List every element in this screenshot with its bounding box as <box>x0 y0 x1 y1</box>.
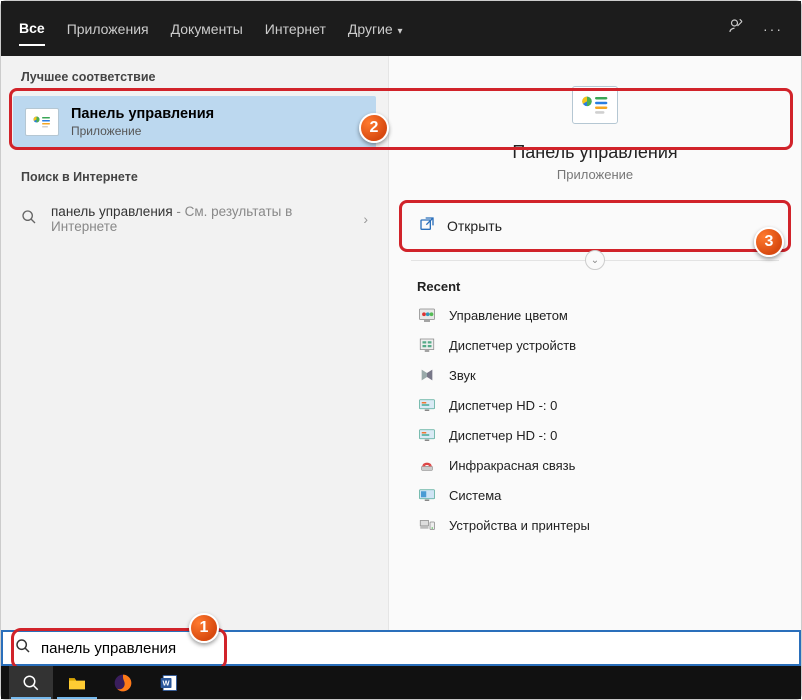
open-icon <box>419 216 435 236</box>
taskbar-firefox-button[interactable] <box>101 666 145 699</box>
tab-apps[interactable]: Приложения <box>67 13 149 45</box>
recent-item-icon <box>417 396 437 414</box>
expand-divider: ⌄ <box>411 260 779 261</box>
preview-subtitle: Приложение <box>409 167 781 182</box>
chevron-down-icon: ▾ <box>395 26 403 37</box>
recent-item[interactable]: Система <box>405 480 785 510</box>
recent-item-label: Диспетчер HD -: 0 <box>449 428 557 443</box>
open-label: Открыть <box>447 218 502 234</box>
recent-item-icon <box>417 486 437 504</box>
recent-item-icon <box>417 366 437 384</box>
preview-column: Панель управления Приложение Открыть ⌄ R… <box>389 56 801 630</box>
svg-text:W: W <box>163 678 171 687</box>
web-search-text: панель управления - См. результаты в Инт… <box>51 204 351 234</box>
taskbar: W <box>1 666 801 699</box>
recent-list: Управление цветом Диспетчер устройств Звук… <box>389 300 801 540</box>
search-tabs: Все Приложения Документы Интернет Другие… <box>19 12 403 46</box>
recent-item-label: Звук <box>449 368 476 383</box>
preview-title: Панель управления <box>409 142 781 163</box>
section-best-match: Лучшее соответствие <box>1 56 388 92</box>
tab-more[interactable]: Другие ▾ <box>348 13 403 45</box>
taskbar-word-button[interactable]: W <box>147 666 191 699</box>
recent-item[interactable]: Инфракрасная связь <box>405 450 785 480</box>
recent-item-icon <box>417 306 437 324</box>
recent-item-label: Инфракрасная связь <box>449 458 575 473</box>
control-panel-icon <box>25 108 59 136</box>
section-web-search: Поиск в Интернете <box>1 156 388 192</box>
section-recent: Recent <box>389 265 801 300</box>
annotation-badge-2: 2 <box>359 113 389 143</box>
recent-item-label: Диспетчер устройств <box>449 338 576 353</box>
more-options-icon[interactable]: ··· <box>763 21 783 37</box>
search-icon <box>21 209 39 230</box>
best-match-item[interactable]: Панель управления Приложение <box>13 96 376 148</box>
recent-item-label: Управление цветом <box>449 308 568 323</box>
search-input[interactable] <box>41 640 787 657</box>
taskbar-search-button[interactable] <box>9 666 53 699</box>
recent-item[interactable]: Звук <box>405 360 785 390</box>
recent-item-label: Система <box>449 488 501 503</box>
best-match-subtitle: Приложение <box>71 124 214 138</box>
feedback-icon[interactable] <box>727 17 745 40</box>
control-panel-icon <box>572 86 618 124</box>
taskbar-explorer-button[interactable] <box>55 666 99 699</box>
recent-item-label: Диспетчер HD -: 0 <box>449 398 557 413</box>
recent-item-icon <box>417 516 437 534</box>
results-column: Лучшее соответствие Панель управления Пр… <box>1 56 389 630</box>
chevron-right-icon: › <box>363 211 368 227</box>
recent-item[interactable]: Управление цветом <box>405 300 785 330</box>
web-search-item[interactable]: панель управления - См. результаты в Инт… <box>1 192 388 246</box>
search-icon <box>15 638 31 659</box>
recent-item-icon <box>417 426 437 444</box>
tab-internet[interactable]: Интернет <box>265 13 326 45</box>
search-header: Все Приложения Документы Интернет Другие… <box>1 1 801 56</box>
chevron-down-icon[interactable]: ⌄ <box>585 250 605 270</box>
open-action[interactable]: Открыть <box>403 204 787 248</box>
recent-item-icon <box>417 456 437 474</box>
annotation-badge-1: 1 <box>189 613 219 643</box>
tab-documents[interactable]: Документы <box>171 13 243 45</box>
recent-item[interactable]: Диспетчер HD -: 0 <box>405 390 785 420</box>
search-bar[interactable] <box>1 630 801 666</box>
recent-item-label: Устройства и принтеры <box>449 518 590 533</box>
annotation-badge-3: 3 <box>754 227 784 257</box>
recent-item[interactable]: Диспетчер устройств <box>405 330 785 360</box>
recent-item[interactable]: Устройства и принтеры <box>405 510 785 540</box>
tab-all[interactable]: Все <box>19 12 45 46</box>
best-match-title: Панель управления <box>71 106 214 122</box>
recent-item[interactable]: Диспетчер HD -: 0 <box>405 420 785 450</box>
recent-item-icon <box>417 336 437 354</box>
